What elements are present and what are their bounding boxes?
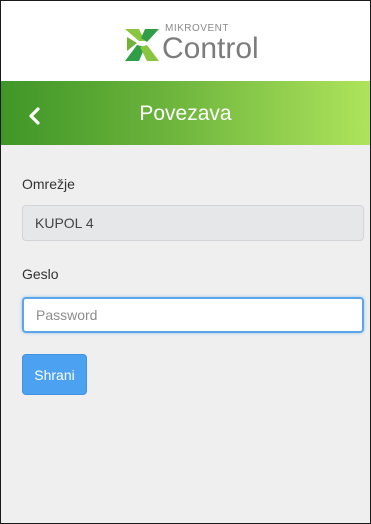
mikrovent-logo-icon [125, 29, 159, 61]
password-input[interactable] [22, 297, 364, 333]
brand-large-text: Control [162, 32, 259, 65]
network-field[interactable]: KUPOL 4 [22, 205, 364, 241]
network-label: Omrežje [22, 176, 75, 192]
logo-header: MIKROVENT Control [1, 1, 370, 82]
app-screen: MIKROVENT Control Povezava Omrežje KUPOL… [0, 0, 371, 524]
save-button[interactable]: Shrani [22, 354, 87, 395]
password-label: Geslo [22, 266, 59, 282]
page-title: Povezava [139, 102, 232, 125]
